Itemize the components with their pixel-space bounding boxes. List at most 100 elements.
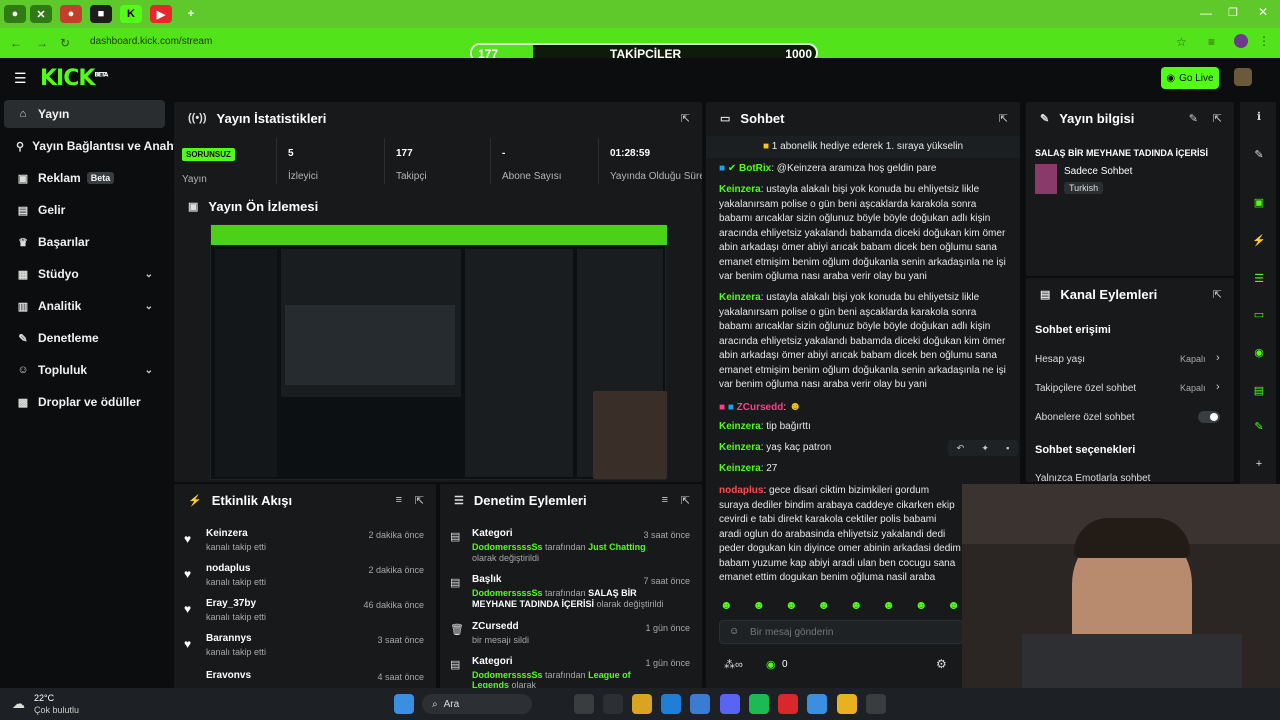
mod-user[interactable]: DodomerssssSs <box>472 588 543 598</box>
community-icon: ☺ <box>17 364 29 376</box>
sidebar-item-yayin[interactable]: ⌂ Yayın <box>4 100 165 128</box>
delete-icon[interactable]: ▪ <box>1006 443 1009 453</box>
reload-icon[interactable]: ↻ <box>60 36 70 50</box>
chat-settings-icon[interactable]: ⚙ <box>936 657 947 671</box>
broadcast-icon[interactable]: ◉ <box>1251 346 1267 362</box>
file-explorer-icon[interactable] <box>632 694 652 714</box>
popout-icon[interactable]: ⇱ <box>999 112 1008 125</box>
user-avatar[interactable] <box>1234 68 1252 86</box>
chat-icon[interactable]: ▭ <box>1251 308 1267 324</box>
chat-username[interactable]: BotRix <box>739 163 771 174</box>
kick-tab-icon[interactable]: K <box>120 5 142 23</box>
new-tab-icon[interactable]: + <box>180 5 202 23</box>
chevron-right-icon[interactable]: › <box>1216 381 1220 393</box>
filter-icon[interactable]: ≡ <box>396 494 402 506</box>
app-icon[interactable] <box>690 694 710 714</box>
chat-username[interactable]: Keinzera <box>719 442 761 453</box>
popout-icon[interactable]: ⇱ <box>1213 288 1222 301</box>
sidebar-item-denetleme[interactable]: ✎ Denetleme <box>4 324 165 352</box>
profile-avatar[interactable] <box>1234 34 1248 48</box>
popout-icon[interactable]: ⇱ <box>415 494 424 507</box>
popout-icon[interactable]: ⇱ <box>1213 112 1222 125</box>
browser-tab[interactable]: ■ <box>90 5 112 23</box>
info-icon[interactable]: ℹ <box>1251 110 1267 126</box>
subscribers-only-toggle[interactable] <box>1198 411 1220 423</box>
community-icon[interactable]: ⁂∞ <box>724 658 743 671</box>
plus-icon[interactable]: + <box>1251 458 1267 474</box>
filter-icon[interactable]: ≡ <box>662 494 668 506</box>
edit-icon[interactable]: ✎ <box>1189 112 1198 125</box>
list-icon[interactable]: ☰ <box>1251 272 1267 288</box>
edge-icon[interactable] <box>661 694 681 714</box>
chevron-right-icon[interactable]: › <box>1216 352 1220 364</box>
emote-icon[interactable]: ☻ <box>915 598 928 614</box>
chrome-icon[interactable] <box>837 694 857 714</box>
channel-icon[interactable]: ▤ <box>1251 384 1267 400</box>
emote-icon[interactable]: ☻ <box>882 598 895 614</box>
browser-tab[interactable]: ● <box>4 5 26 23</box>
close-icon[interactable]: ✕ <box>1258 5 1268 19</box>
activity-desc: kanalı takip etti <box>206 577 267 587</box>
kick-logo[interactable]: KICKBETA <box>40 66 108 91</box>
hamburger-icon[interactable]: ☰ <box>14 70 27 87</box>
chat-username[interactable]: Keinzera <box>719 292 761 303</box>
stream-preview-video[interactable] <box>210 224 667 480</box>
emote-icon[interactable]: ☻ <box>720 598 733 614</box>
pinned-gift-banner[interactable]: ■ 1 abonelik hediye ederek 1. sıraya yük… <box>706 136 1020 158</box>
mod-user[interactable]: DodomerssssSs <box>472 670 543 680</box>
sidebar-item-topluluk[interactable]: ☺ Topluluk ⌄ <box>4 356 165 384</box>
chat-username[interactable]: Keinzera <box>719 463 761 474</box>
menu-icon[interactable]: ⋮ <box>1258 34 1270 48</box>
windows-start-icon[interactable] <box>394 694 414 714</box>
popout-icon[interactable]: ⇱ <box>681 112 690 125</box>
app-icon[interactable] <box>807 694 827 714</box>
chat-message-input[interactable] <box>719 620 963 644</box>
stream-category[interactable]: Sadece Sohbet <box>1064 166 1132 177</box>
app-icon[interactable] <box>778 694 798 714</box>
emoji-icon[interactable]: ☺ <box>729 626 739 637</box>
chat-username[interactable]: nodaplus <box>719 485 763 496</box>
chat-username[interactable]: Keinzera <box>719 184 761 195</box>
pin-icon[interactable]: ✦ <box>981 443 989 454</box>
app-icon[interactable] <box>866 694 886 714</box>
url-field[interactable]: dashboard.kick.com/stream <box>78 32 398 52</box>
reply-icon[interactable]: ↶ <box>957 443 965 454</box>
pencil-icon[interactable]: ✎ <box>1251 148 1267 164</box>
task-view-icon[interactable] <box>574 694 594 714</box>
go-live-button[interactable]: ◉ Go Live <box>1161 67 1219 89</box>
setting-value[interactable]: Kapalı <box>1180 383 1206 393</box>
chat-username[interactable]: ZCursedd <box>737 402 784 413</box>
maximize-icon[interactable]: ❐ <box>1228 6 1238 19</box>
setting-value[interactable]: Kapalı <box>1180 354 1206 364</box>
emote-icon[interactable]: ☻ <box>752 598 765 614</box>
sidebar-item-basarilar[interactable]: ♛ Başarılar <box>4 228 165 256</box>
discord-icon[interactable] <box>720 694 740 714</box>
panel-toggle-icon[interactable]: ▣ <box>1251 196 1267 212</box>
browser-tab[interactable]: ● <box>60 5 82 23</box>
lightning-icon[interactable]: ⚡ <box>1251 234 1267 250</box>
wrench-icon[interactable]: ✎ <box>1251 420 1267 436</box>
emote-icon[interactable]: ☻ <box>947 598 960 614</box>
sidebar-item-studyo[interactable]: ▦ Stüdyo ⌄ <box>4 260 165 288</box>
app-icon[interactable] <box>603 694 623 714</box>
emote-icon[interactable]: ☻ <box>850 598 863 614</box>
x-tab-icon[interactable]: ✕ <box>30 5 52 23</box>
youtube-tab-icon[interactable]: ▶ <box>150 5 172 23</box>
star-icon[interactable]: ☆ <box>1176 35 1187 49</box>
mod-user[interactable]: DodomerssssSs <box>472 542 543 552</box>
chat-username[interactable]: Keinzera <box>719 421 761 432</box>
extensions-icon[interactable]: ≡ <box>1208 35 1215 49</box>
sidebar-item-droplar[interactable]: ▩ Droplar ve ödüller <box>4 388 165 416</box>
sidebar-item-stream-link[interactable]: ⚲ Yayın Bağlantısı ve Anahtarı <box>4 132 192 160</box>
back-icon[interactable]: ← <box>10 36 22 50</box>
taskbar-search[interactable]: ⌕ Ara <box>422 694 532 714</box>
popout-icon[interactable]: ⇱ <box>681 494 690 507</box>
sidebar-item-gelir[interactable]: ▤ Gelir <box>4 196 165 224</box>
sidebar-item-analitik[interactable]: ▥ Analitik ⌄ <box>4 292 165 320</box>
emote-icon[interactable]: ☻ <box>785 598 798 614</box>
sidebar-item-reklam[interactable]: ▣ Reklam Beta <box>4 164 165 192</box>
emote-icon[interactable]: ☻ <box>817 598 830 614</box>
forward-icon[interactable]: → <box>36 36 48 50</box>
spotify-icon[interactable] <box>749 694 769 714</box>
minimize-icon[interactable]: — <box>1200 6 1212 20</box>
